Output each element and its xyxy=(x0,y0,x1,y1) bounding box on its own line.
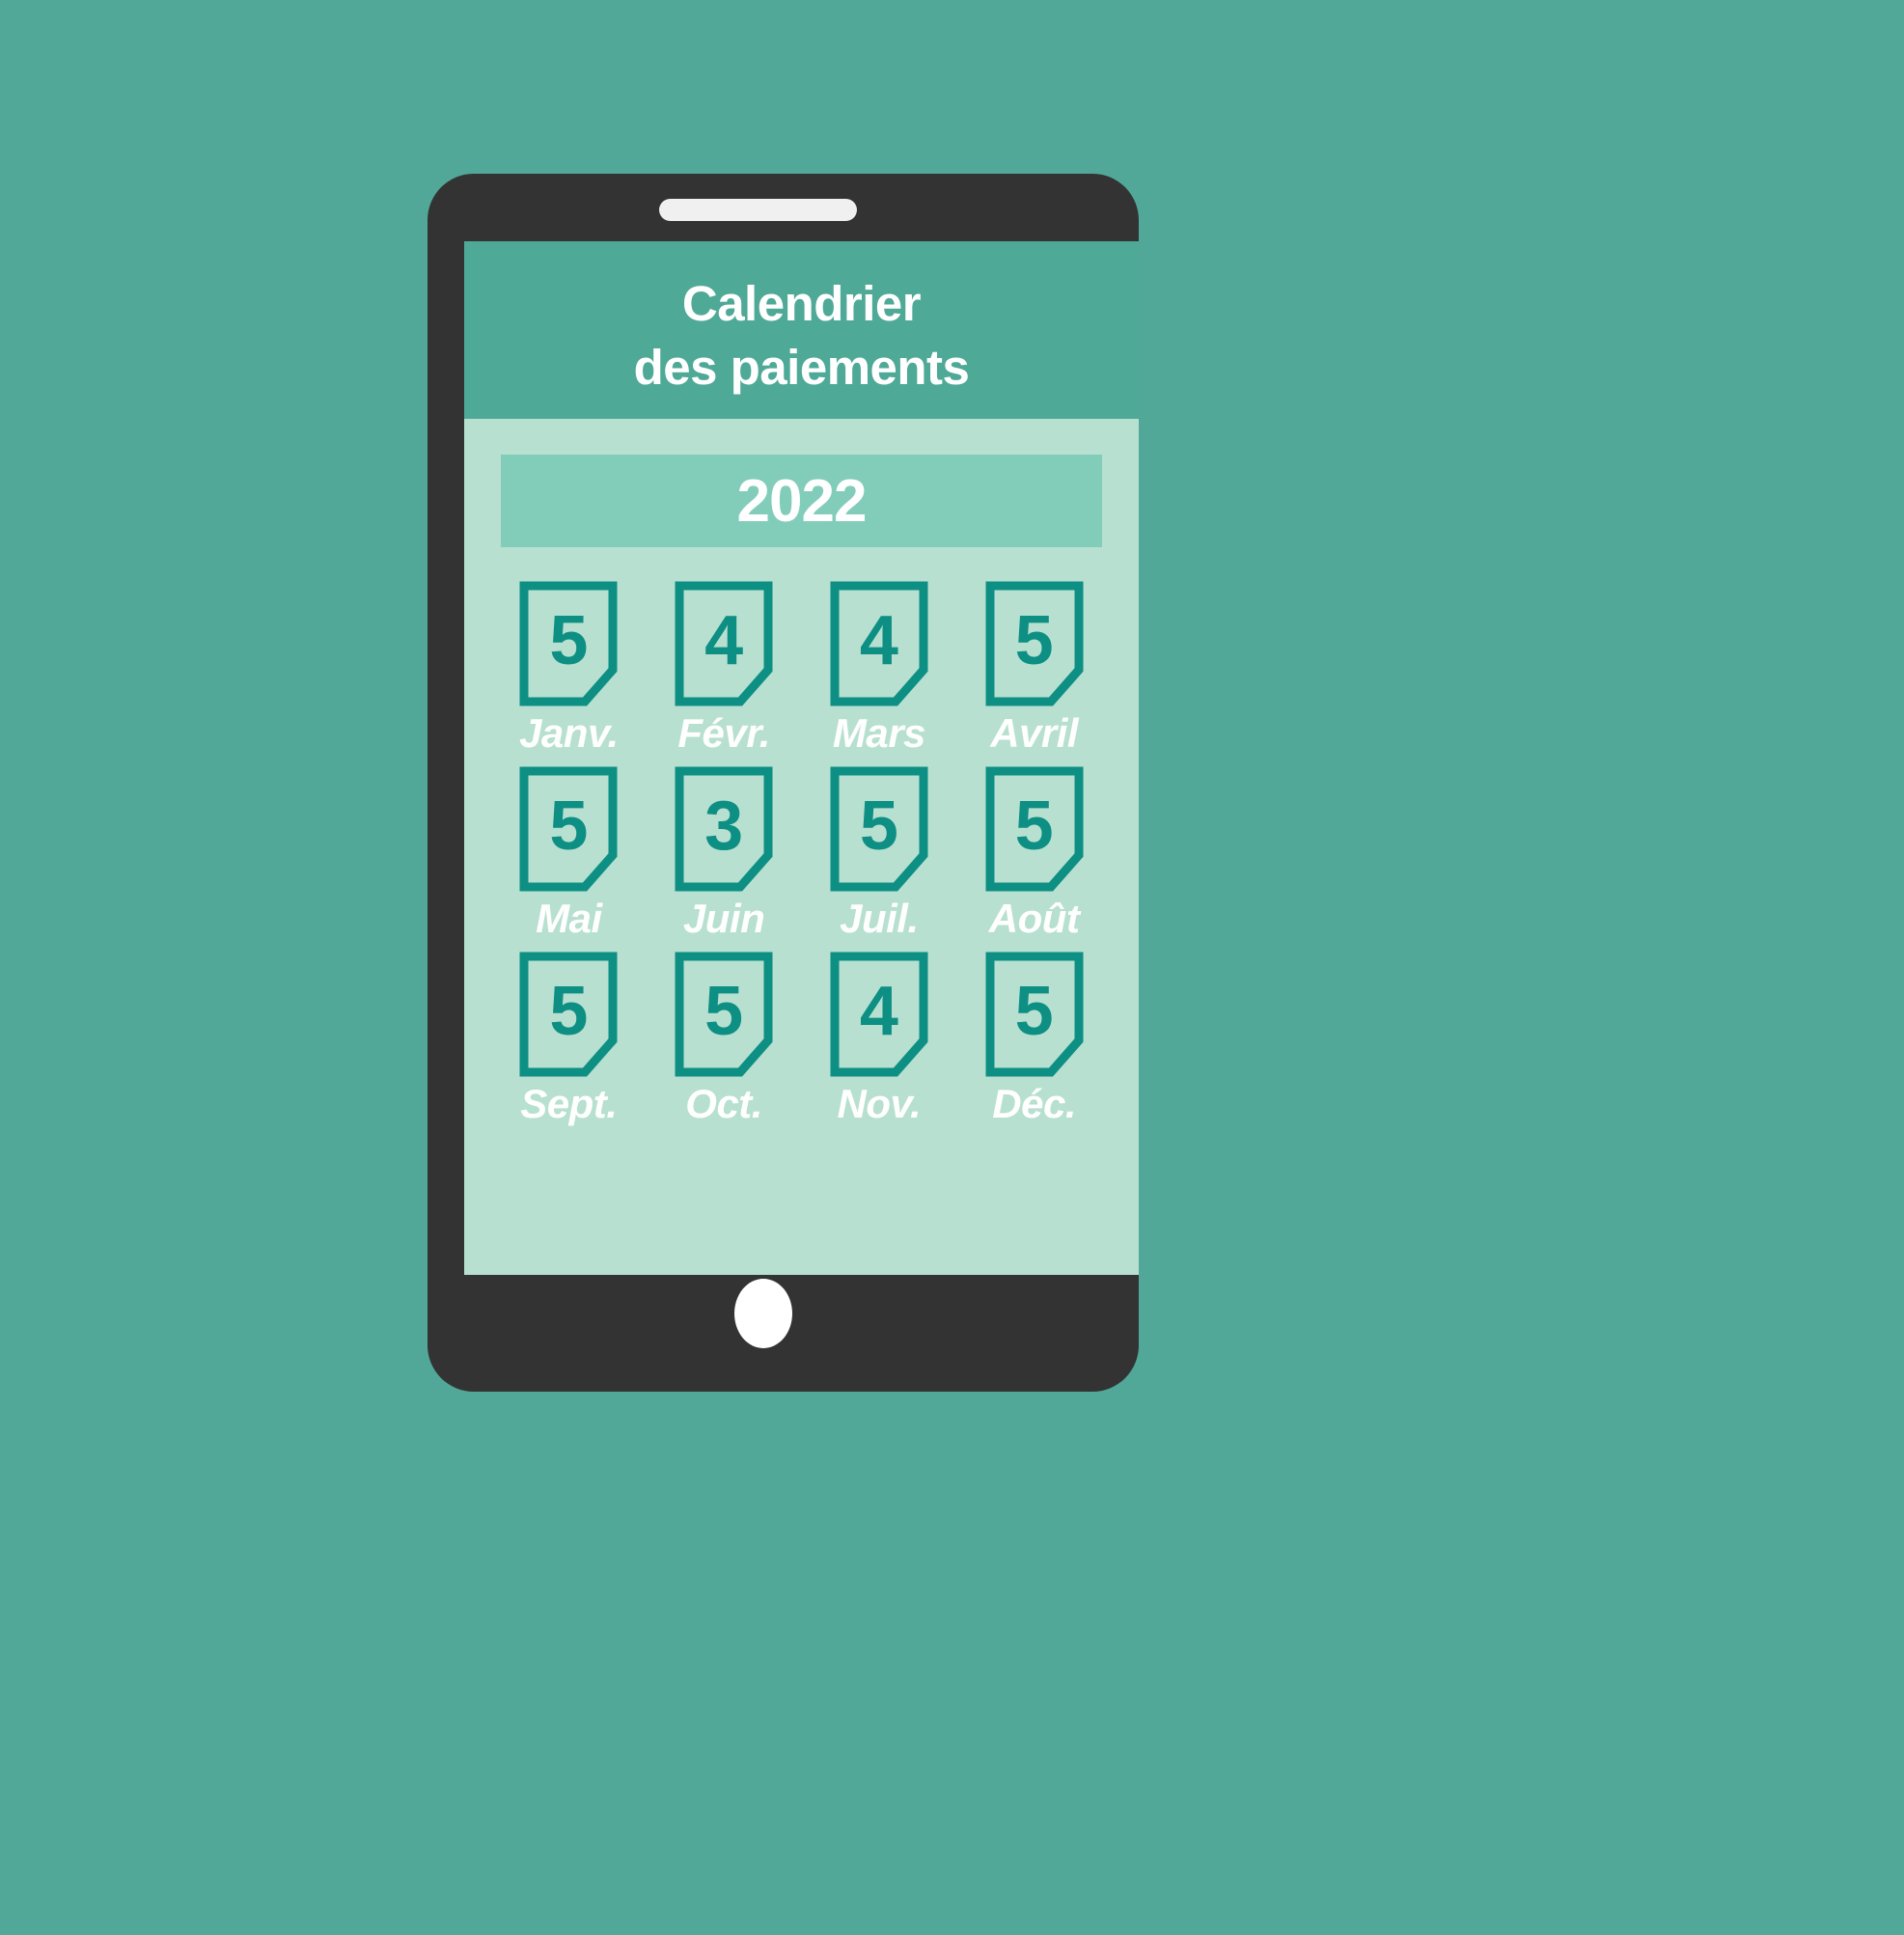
year-selector-wrapper: 2022 xyxy=(464,419,1139,547)
month-label: Janv. xyxy=(519,710,619,756)
month-cell[interactable]: 5 Oct. xyxy=(647,952,802,1125)
month-cell[interactable]: 4 Mars xyxy=(802,581,957,755)
month-label: Avril xyxy=(990,710,1079,756)
month-count: 5 xyxy=(549,788,589,866)
calendar-page-icon: 5 xyxy=(519,581,618,706)
month-count: 5 xyxy=(549,602,589,679)
month-count: 4 xyxy=(704,602,744,679)
month-count: 4 xyxy=(859,973,898,1051)
month-cell[interactable]: 3 Juin xyxy=(647,766,802,940)
month-label: Sept. xyxy=(520,1081,618,1127)
month-cell[interactable]: 5 Déc. xyxy=(956,952,1112,1125)
calendar-page-icon: 5 xyxy=(519,952,618,1077)
month-count: 5 xyxy=(1014,602,1054,679)
calendar-page-icon: 4 xyxy=(830,952,928,1077)
month-cell[interactable]: 5 Août xyxy=(956,766,1112,940)
month-label: Mai xyxy=(536,896,602,942)
year-value: 2022 xyxy=(736,467,868,535)
month-count: 5 xyxy=(1014,973,1054,1051)
month-cell[interactable]: 5 Mai xyxy=(491,766,647,940)
calendar-page-icon: 5 xyxy=(519,766,618,892)
month-label: Févr. xyxy=(677,710,770,756)
month-label: Juil. xyxy=(840,896,919,942)
calendar-page-icon: 5 xyxy=(985,952,1084,1077)
month-label: Oct. xyxy=(685,1081,762,1127)
calendar-page-icon: 5 xyxy=(675,952,773,1077)
month-label: Août xyxy=(988,896,1080,942)
page-title-line-1: Calendrier xyxy=(681,276,922,331)
app-header: Calendrier des paiements xyxy=(464,241,1139,419)
month-cell[interactable]: 5 Sept. xyxy=(491,952,647,1125)
month-label: Nov. xyxy=(837,1081,922,1127)
month-count: 4 xyxy=(859,602,898,679)
page-title-line-2: des paiements xyxy=(633,340,970,395)
month-label: Juin xyxy=(682,896,765,942)
calendar-page-icon: 4 xyxy=(830,581,928,706)
calendar-page-icon: 5 xyxy=(985,766,1084,892)
month-count: 5 xyxy=(859,788,898,866)
month-label: Mars xyxy=(832,710,926,756)
month-cell[interactable]: 5 Avril xyxy=(956,581,1112,755)
month-cell[interactable]: 4 Févr. xyxy=(647,581,802,755)
months-grid: 5 Janv. 4 Févr. 4 Mars 5 Avril 5 Mai 3 Juin 5 Juil. 5 A… xyxy=(464,547,1139,1125)
calendar-page-icon: 5 xyxy=(985,581,1084,706)
calendar-page-icon: 4 xyxy=(675,581,773,706)
phone-device: Calendrier des paiements 2022 5 Janv. 4 Fév… xyxy=(428,174,1139,1392)
month-count: 5 xyxy=(1014,788,1054,866)
month-cell[interactable]: 4 Nov. xyxy=(802,952,957,1125)
month-count: 3 xyxy=(704,788,744,866)
speaker-slot-icon xyxy=(659,199,857,221)
month-count: 5 xyxy=(704,973,744,1051)
home-button[interactable] xyxy=(734,1279,792,1348)
year-selector[interactable]: 2022 xyxy=(501,455,1102,547)
month-label: Déc. xyxy=(992,1081,1076,1127)
calendar-page-icon: 3 xyxy=(675,766,773,892)
phone-screen: Calendrier des paiements 2022 5 Janv. 4 Fév… xyxy=(464,241,1139,1275)
month-cell[interactable]: 5 Janv. xyxy=(491,581,647,755)
calendar-page-icon: 5 xyxy=(830,766,928,892)
month-count: 5 xyxy=(549,973,589,1051)
month-cell[interactable]: 5 Juil. xyxy=(802,766,957,940)
